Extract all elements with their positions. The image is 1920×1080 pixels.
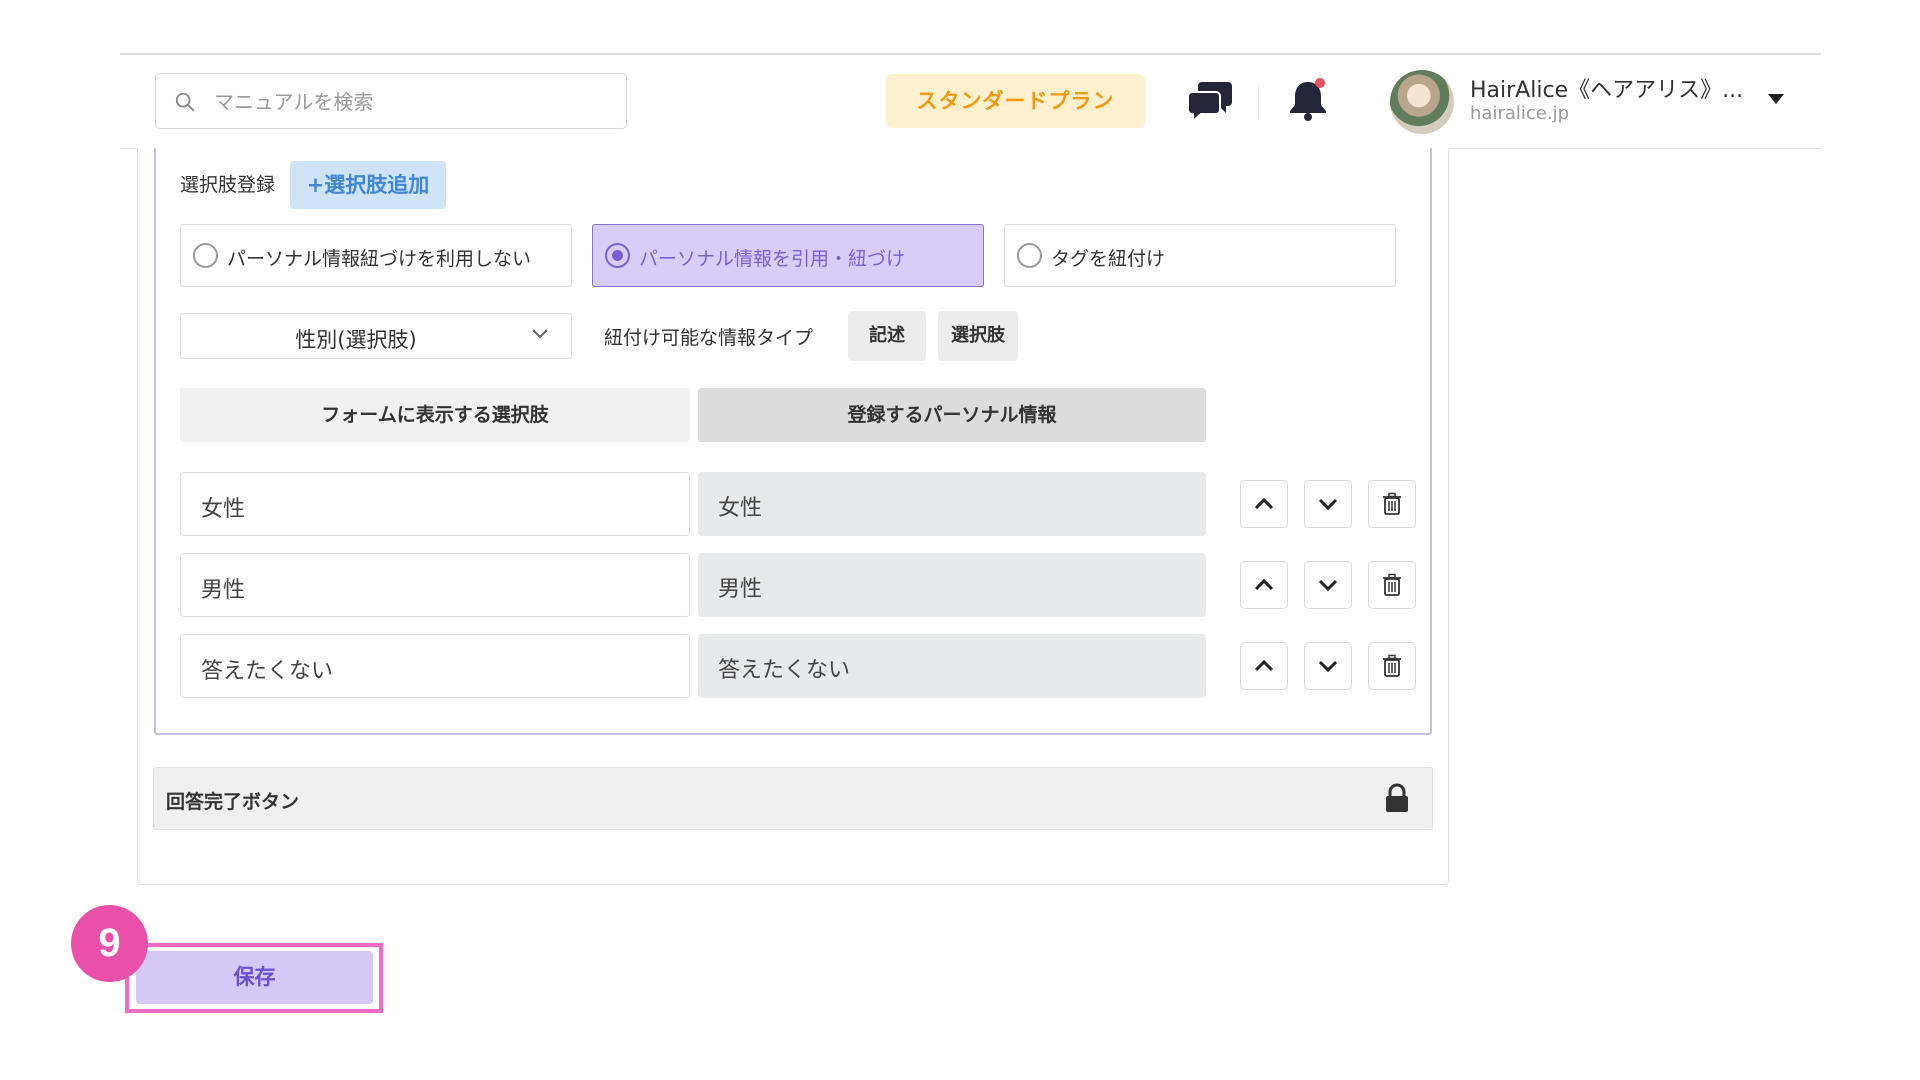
personal-value-text: 答えたくない	[718, 658, 851, 683]
radio-circle	[605, 243, 630, 268]
delete-button[interactable]	[1368, 480, 1416, 528]
chevron-up-icon	[1254, 578, 1274, 591]
personal-value-field: 女性	[698, 472, 1206, 536]
move-up-button[interactable]	[1240, 642, 1288, 690]
radio-tag-link[interactable]: タグを紐付け	[1004, 224, 1396, 287]
trash-icon	[1383, 492, 1401, 515]
move-up-button[interactable]	[1240, 561, 1288, 609]
options-register-label: 選択肢登録	[180, 174, 276, 196]
option-input[interactable]: 男性	[180, 553, 690, 617]
option-input-value: 女性	[201, 497, 246, 522]
search-bar[interactable]	[155, 73, 627, 129]
move-up-button[interactable]	[1240, 480, 1288, 528]
complete-button-label: 回答完了ボタン	[166, 791, 300, 813]
option-input-value: 答えたくない	[201, 659, 334, 684]
radio-label: タグを紐付け	[1051, 248, 1166, 270]
trash-icon	[1383, 654, 1401, 677]
move-down-button[interactable]	[1304, 480, 1352, 528]
radio-label: パーソナル情報紐づけを利用しない	[227, 248, 532, 270]
chevron-up-icon	[1254, 497, 1274, 510]
linkable-types-label: 紐付け可能な情報タイプ	[604, 327, 814, 349]
type-tag-choice: 選択肢	[938, 311, 1018, 361]
option-input-value: 男性	[201, 578, 246, 603]
chevron-down-icon	[532, 329, 548, 339]
option-input[interactable]: 答えたくない	[180, 634, 690, 698]
chevron-down-icon	[1318, 498, 1338, 511]
personal-value-text: 男性	[718, 577, 763, 602]
save-button[interactable]: 保存	[136, 951, 373, 1004]
add-option-button[interactable]: +選択肢追加	[290, 161, 446, 209]
step-badge: 9	[71, 905, 148, 982]
chevron-down-icon	[1318, 660, 1338, 673]
avatar[interactable]	[1390, 70, 1454, 134]
search-input[interactable]	[212, 84, 616, 120]
radio-personal-link[interactable]: パーソナル情報を引用・紐づけ	[592, 224, 984, 287]
select-value: 性別(選択肢)	[295, 328, 417, 352]
delete-button[interactable]	[1368, 561, 1416, 609]
lock-icon	[1386, 783, 1408, 812]
personal-value-field: 男性	[698, 553, 1206, 617]
chevron-down-icon	[1318, 579, 1338, 592]
chat-icon[interactable]	[1188, 78, 1234, 122]
header-separator	[1258, 84, 1259, 120]
personal-value-field: 答えたくない	[698, 634, 1206, 698]
type-tag-text: 記述	[848, 311, 926, 361]
radio-no-personal-link[interactable]: パーソナル情報紐づけを利用しない	[180, 224, 572, 287]
account-dropdown-icon[interactable]	[1768, 94, 1784, 104]
chevron-up-icon	[1254, 659, 1274, 672]
delete-button[interactable]	[1368, 642, 1416, 690]
org-name[interactable]: HairAlice《ヘアアリス》...	[1470, 72, 1743, 104]
radio-circle	[193, 243, 218, 268]
personal-value-text: 女性	[718, 496, 763, 521]
trash-icon	[1383, 573, 1401, 596]
column-header-personal-info: 登録するパーソナル情報	[698, 388, 1206, 442]
complete-button-section[interactable]: 回答完了ボタン	[153, 767, 1433, 830]
search-icon	[175, 92, 195, 112]
option-input[interactable]: 女性	[180, 472, 690, 536]
plan-badge[interactable]: スタンダードプラン	[886, 74, 1145, 128]
bell-icon[interactable]	[1286, 76, 1330, 122]
org-domain: hairalice.jp	[1470, 103, 1569, 124]
move-down-button[interactable]	[1304, 561, 1352, 609]
personal-info-select[interactable]: 性別(選択肢)	[180, 313, 572, 359]
radio-label: パーソナル情報を引用・紐づけ	[639, 248, 906, 270]
column-header-form-options: フォームに表示する選択肢	[180, 388, 690, 442]
header-top-divider	[120, 53, 1821, 55]
move-down-button[interactable]	[1304, 642, 1352, 690]
radio-circle	[1017, 243, 1042, 268]
